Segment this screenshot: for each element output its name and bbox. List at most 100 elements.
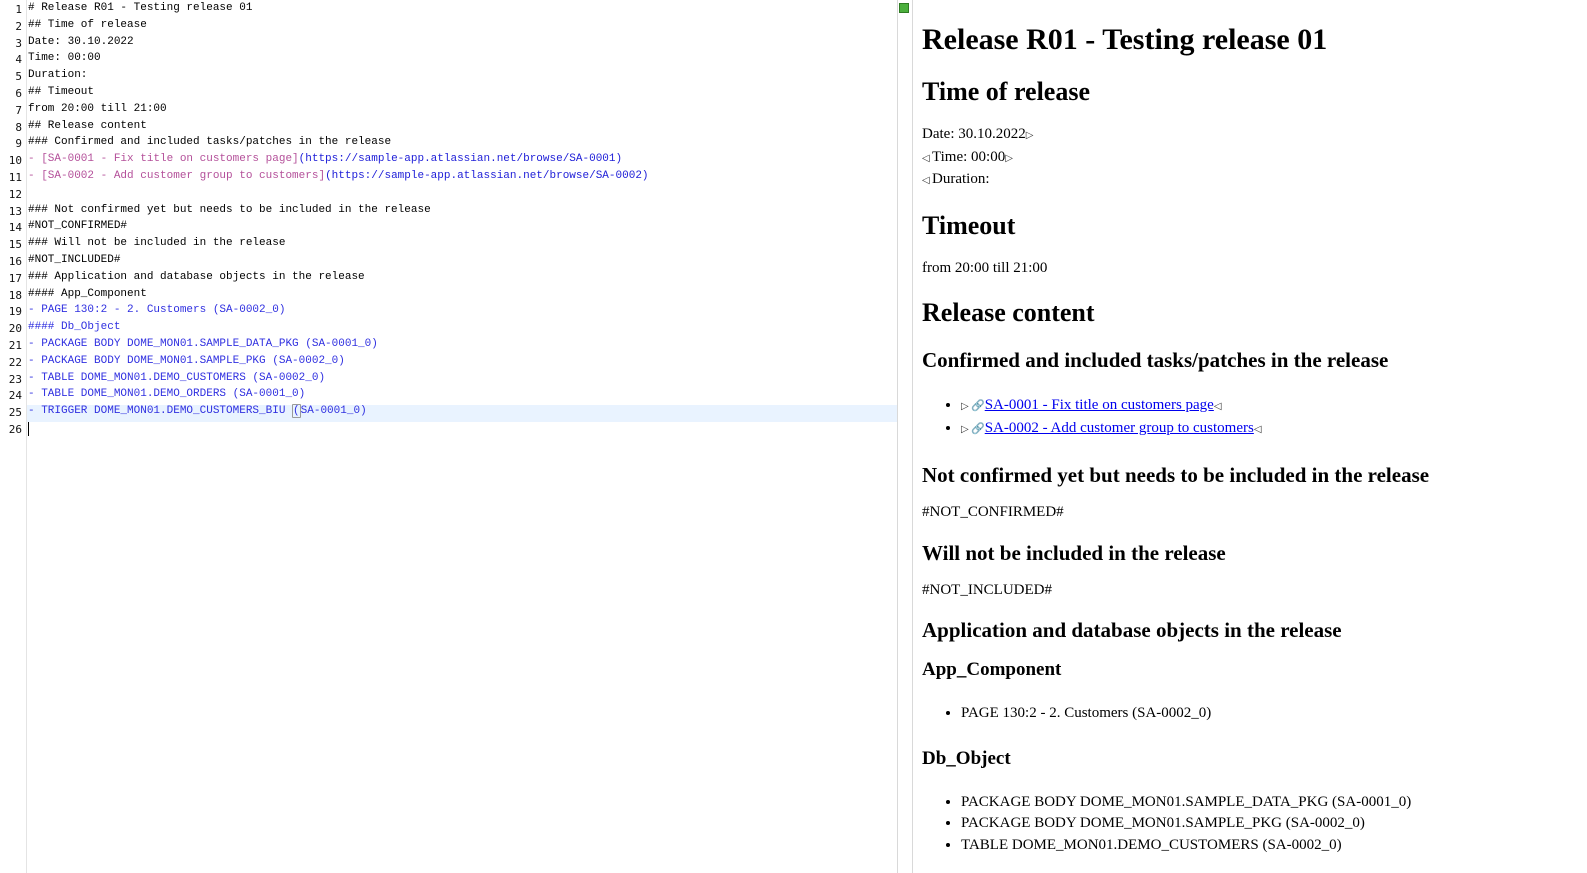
code-text: ## Time of release	[28, 18, 147, 31]
date-text: Date: 30.10.2022	[922, 126, 1026, 142]
triangle-left-icon: ◁	[922, 152, 930, 164]
line-number: 23	[8, 372, 22, 386]
code-text: # Release R01 - Testing release 01	[28, 2, 253, 14]
task-link-sa-0001[interactable]: SA-0001 - Fix title on customers page	[985, 397, 1214, 413]
confirmed-list: ▷🔗SA-0001 - Fix title on customers page◁…	[922, 395, 1587, 440]
line-number: 11	[8, 170, 22, 184]
triangle-right-icon: ▷	[1005, 152, 1013, 164]
code-line-21[interactable]: 21 - PACKAGE BODY DOME_MON01.SAMPLE_DATA_…	[9, 338, 897, 355]
code-text: - TRIGGER DOME_MON01.DEMO_CUSTOMERS_BIU	[28, 405, 293, 418]
line-number: 5	[15, 70, 22, 84]
code-line-19[interactable]: 19 - PAGE 130:2 - 2. Customers (SA-0002_0…	[9, 304, 897, 321]
code-text: ### Not confirmed yet but needs to be in…	[28, 203, 431, 216]
code-line-25[interactable]: 25 - TRIGGER DOME_MON01.DEMO_CUSTOMERS_BI…	[9, 404, 897, 422]
code-line-26[interactable]: 26	[9, 421, 897, 439]
heading-objects: Application and database objects in the …	[922, 618, 1342, 642]
code-line-9[interactable]: 9 ### Confirmed and included tasks/patche…	[15, 136, 897, 153]
triangle-left-icon: ◁	[1213, 401, 1222, 412]
code-text: #### Db_Object	[28, 321, 121, 334]
code-line-22[interactable]: 22 - PACKAGE BODY DOME_MON01.SAMPLE_PKG (…	[9, 354, 897, 372]
code-line-17[interactable]: 17 ### Application and database objects i…	[9, 270, 897, 288]
list-item: PACKAGE BODY DOME_MON01.SAMPLE_PKG (SA-0…	[961, 813, 1587, 835]
time-text: Time: 00:00	[932, 148, 1006, 165]
line-number: 19	[8, 305, 22, 319]
code-line-23[interactable]: 23 - TABLE DOME_MON01.DEMO_CUSTOMERS (SA-…	[9, 372, 897, 389]
line-number: 22	[8, 355, 22, 369]
line-number: 26	[8, 422, 22, 436]
line-number: 20	[8, 322, 22, 336]
code-link-url: (https://sample-app.atlassian.net/browse…	[325, 169, 649, 182]
line-number: 13	[8, 204, 22, 218]
heading-confirmed: Confirmed and included tasks/patches in …	[922, 348, 1389, 372]
triangle-left-icon: ◁	[1253, 423, 1262, 435]
triangle-left-icon: ◁	[922, 175, 930, 186]
release-time-paragraph: Date: 30.10.2022▷ ◁ Time: 00:00▷ ◁ Duratio…	[922, 124, 1587, 192]
code-text: ## Timeout	[28, 85, 95, 98]
line-number: 3	[15, 36, 22, 50]
code-text: SA-0001_0)	[300, 405, 367, 418]
line-number: 6	[15, 86, 22, 100]
heading-release-content: Release content	[922, 298, 1095, 327]
triangle-right-icon: ▷	[1025, 130, 1034, 141]
line-number: 4	[15, 53, 22, 67]
code-link-url: (https://sample-app.atlassian.net/browse…	[298, 153, 623, 166]
code-line-14[interactable]: 14 #NOT_CONFIRMED#	[9, 220, 897, 237]
line-number: 18	[8, 288, 22, 302]
code-line-16[interactable]: 16 #NOT_INCLUDED#	[9, 253, 897, 271]
markdown-preview: Release R01 - Testing release 01 Time of…	[913, 0, 1587, 873]
preview-title: Release R01 - Testing release 01	[922, 23, 1328, 56]
heading-db-object: Db_Object	[922, 747, 1011, 769]
code-line-4[interactable]: 4 Time: 00:00	[15, 52, 897, 69]
line-number: 9	[15, 137, 22, 151]
code-text: - PACKAGE BODY DOME_MON01.SAMPLE_PKG (SA…	[28, 354, 345, 367]
code-text: ### Application and database objects in …	[28, 270, 365, 283]
code-line-24[interactable]: 24 - TABLE DOME_MON01.DEMO_ORDERS (SA-000…	[9, 388, 897, 405]
triangle-right-icon: ▷	[961, 423, 969, 435]
code-text: ### Will not be included in the release	[28, 237, 286, 250]
list-item: PAGE 130:2 - 2. Customers (SA-0002_0)	[961, 703, 1587, 725]
line-number: 24	[8, 389, 22, 403]
code-text: #NOT_CONFIRMED#	[28, 220, 128, 233]
code-line-2[interactable]: 2 ## Time of release	[15, 18, 897, 36]
code-line-18[interactable]: 18 #### App_Component	[9, 287, 897, 305]
code-line-8[interactable]: 8 ## Release content	[15, 120, 897, 137]
code-line-1[interactable]: 1 # Release R01 - Testing release 01	[15, 2, 897, 19]
link-icon: 🔗	[971, 400, 985, 412]
code-line-15[interactable]: 15 ### Will not be included in the releas…	[9, 237, 897, 254]
code-text: #NOT_INCLUDED#	[28, 253, 121, 266]
list-item: TABLE DOME_MON01.DEMO_CUSTOMERS (SA-0002…	[961, 835, 1587, 857]
markdown-editor[interactable]: 1 # Release R01 - Testing release 01 2 ## …	[0, 0, 897, 873]
heading-not-included: Will not be included in the release	[922, 540, 1226, 565]
triangle-right-icon: ▷	[961, 401, 969, 412]
code-line-10[interactable]: 10 - [SA-0001 - Fix title on customers pa…	[9, 153, 897, 170]
line-number: 8	[15, 120, 22, 134]
code-area[interactable]: 1 # Release R01 - Testing release 01 2 ## …	[9, 2, 897, 439]
code-line-7[interactable]: 7 from 20:00 till 21:00	[15, 103, 897, 120]
heading-timeout: Timeout	[922, 210, 1016, 240]
line-number: 12	[8, 187, 22, 201]
code-line-20[interactable]: 20 #### Db_Object	[9, 321, 897, 338]
line-number: 21	[8, 338, 22, 352]
task-link-sa-0002[interactable]: SA-0002 - Add customer group to customer…	[985, 420, 1254, 436]
line-number: 16	[8, 254, 22, 268]
line-number: 2	[15, 19, 22, 33]
heading-app-component: App_Component	[922, 659, 1062, 680]
code-line-6[interactable]: 6 ## Timeout	[15, 85, 897, 103]
code-text: #### App_Component	[28, 287, 147, 300]
timeout-text: from 20:00 till 21:00	[922, 259, 1048, 276]
code-text: - PAGE 130:2 - 2. Customers (SA-0002_0)	[28, 304, 286, 317]
code-line-13[interactable]: 13 ### Not confirmed yet but needs to be …	[9, 203, 897, 221]
code-line-5[interactable]: 5 Duration:	[15, 69, 897, 86]
db-object-list: PACKAGE BODY DOME_MON01.SAMPLE_DATA_PKG …	[922, 792, 1587, 857]
code-line-11[interactable]: 11 - [SA-0002 - Add customer group to cus…	[9, 169, 897, 187]
heading-time-of-release: Time of release	[922, 77, 1090, 106]
code-line-3[interactable]: 3 Date: 30.10.2022	[15, 35, 897, 53]
pane-splitter[interactable]	[897, 0, 913, 873]
list-item: ▷🔗SA-0001 - Fix title on customers page◁	[961, 395, 1587, 418]
line-number: 17	[8, 271, 22, 285]
matched-bracket: (	[292, 404, 301, 419]
line-number: 15	[8, 238, 22, 252]
code-text: Date: 30.10.2022	[28, 35, 134, 48]
code-line-12[interactable]: 12	[9, 187, 897, 204]
code-text: Duration:	[28, 69, 88, 82]
